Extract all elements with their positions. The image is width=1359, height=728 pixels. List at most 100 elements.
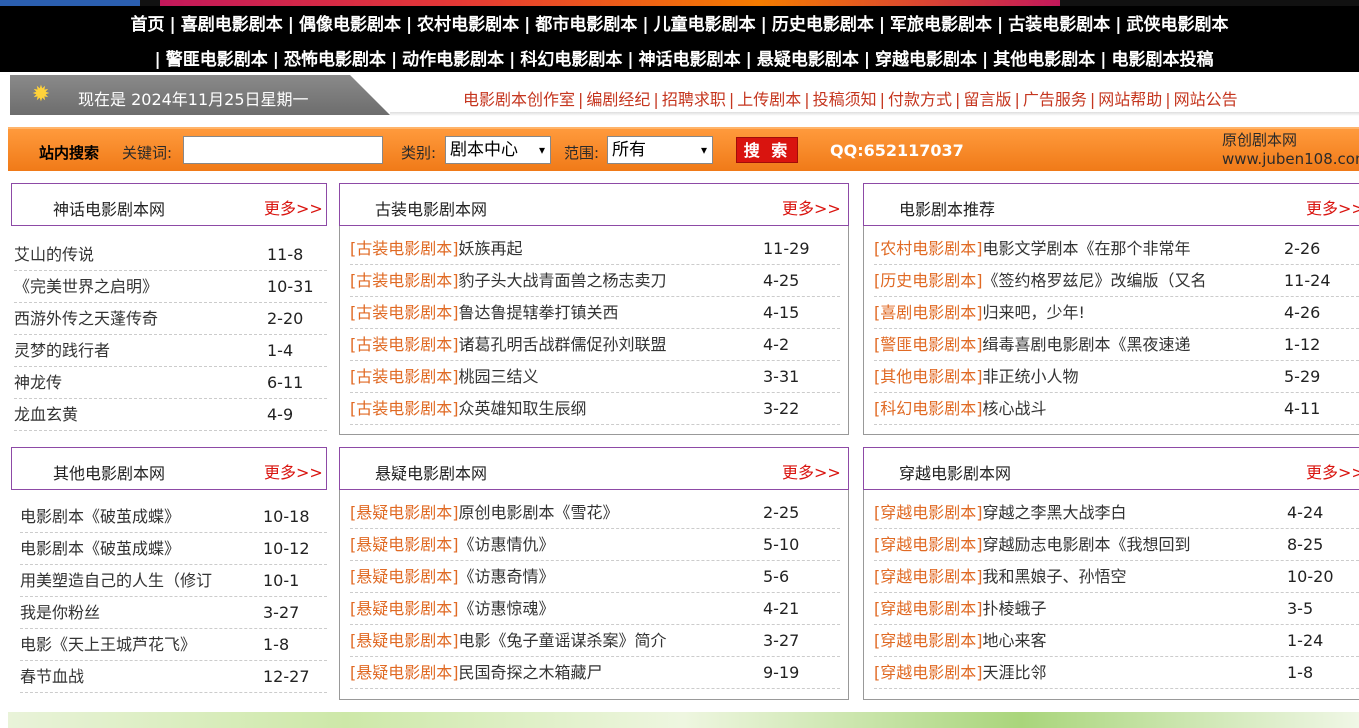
item-title-text[interactable]: 民国奇探之木箱藏尸 xyxy=(459,663,603,682)
item-title-text[interactable]: 《访惠奇情》 xyxy=(459,567,555,586)
item-category[interactable]: [警匪电影剧本] xyxy=(874,335,983,354)
list-item[interactable]: [古装电影剧本]诸葛孔明舌战群儒促孙刘联盟 4-2 xyxy=(350,329,840,361)
nav-link[interactable]: 儿童电影剧本 xyxy=(654,15,756,35)
nav-link[interactable]: 军旅电影剧本 xyxy=(890,15,992,35)
item-title[interactable]: 龙血玄黄 xyxy=(14,399,254,430)
list-item[interactable]: [古装电影剧本]桃园三结义 3-31 xyxy=(350,361,840,393)
item-title-text[interactable]: 归来吧，少年! xyxy=(983,303,1085,322)
item-title[interactable]: [穿越电影剧本]扑棱蛾子 xyxy=(874,593,1274,624)
nav-link[interactable]: 武侠电影剧本 xyxy=(1126,15,1228,35)
item-title[interactable]: 电影剧本《破茧成蝶》 xyxy=(20,501,255,532)
item-category[interactable]: [古装电影剧本] xyxy=(350,271,459,290)
more-link[interactable]: 更多>> xyxy=(1306,195,1359,219)
item-category[interactable]: [穿越电影剧本] xyxy=(874,567,983,586)
list-item[interactable]: [古装电影剧本]众英雄知取生辰纲 3-22 xyxy=(350,393,840,425)
list-item[interactable]: [穿越电影剧本]扑棱蛾子 3-5 xyxy=(874,593,1359,625)
item-title[interactable]: 灵梦的践行者 xyxy=(14,335,254,366)
item-title-text[interactable]: 穿越励志电影剧本《我想回到 xyxy=(983,535,1191,554)
item-title-text[interactable]: 非正统小人物 xyxy=(983,367,1079,386)
more-link[interactable]: 更多>> xyxy=(1306,459,1359,483)
list-item[interactable]: [悬疑电影剧本]《访惠惊魂》 4-21 xyxy=(350,593,840,625)
item-title-text[interactable]: 缉毒喜剧电影剧本《黑夜速递 xyxy=(983,335,1191,354)
item-title-text[interactable]: 扑棱蛾子 xyxy=(983,599,1047,618)
item-title[interactable]: [其他电影剧本]非正统小人物 xyxy=(874,361,1274,392)
item-category[interactable]: [悬疑电影剧本] xyxy=(350,631,459,650)
list-item[interactable]: 电影《天上王城芦花飞》 1-8 xyxy=(20,629,327,661)
item-title-text[interactable]: 西游外传之天蓬传奇 xyxy=(14,309,158,328)
item-category[interactable]: [其他电影剧本] xyxy=(874,367,983,386)
nav-link[interactable]: 电影剧本投稿 xyxy=(1111,50,1213,70)
list-item[interactable]: [农村电影剧本]电影文学剧本《在那个非常年 2-26 xyxy=(874,233,1359,265)
item-title[interactable]: 用美塑造自己的人生（修订 xyxy=(20,565,255,596)
nav-link[interactable]: 都市电影剧本 xyxy=(535,15,637,35)
category-select[interactable]: 剧本中心 ▾ xyxy=(445,136,551,164)
list-item[interactable]: 《完美世界之启明》 10-31 xyxy=(14,271,327,303)
item-title[interactable]: [古装电影剧本]妖族再起 xyxy=(350,233,750,264)
utility-link[interactable]: 留言版 xyxy=(963,90,1011,109)
item-category[interactable]: [古装电影剧本] xyxy=(350,303,459,322)
list-item[interactable]: [其他电影剧本]非正统小人物 5-29 xyxy=(874,361,1359,393)
item-title[interactable]: 神龙传 xyxy=(14,367,254,398)
item-title[interactable]: 艾山的传说 xyxy=(14,239,254,270)
item-title-text[interactable]: 电影剧本《破茧成蝶》 xyxy=(20,507,180,526)
item-title-text[interactable]: 我是你粉丝 xyxy=(20,603,100,622)
item-title-text[interactable]: 龙血玄黄 xyxy=(14,405,78,424)
item-title-text[interactable]: 穿越之李黑大战李白 xyxy=(983,503,1127,522)
item-title[interactable]: [警匪电影剧本]缉毒喜剧电影剧本《黑夜速递 xyxy=(874,329,1274,360)
item-title[interactable]: [悬疑电影剧本]民国奇探之木箱藏尸 xyxy=(350,657,750,688)
item-title[interactable]: 春节血战 xyxy=(20,661,255,692)
list-item[interactable]: [科幻电影剧本]核心战斗 4-11 xyxy=(874,393,1359,425)
item-category[interactable]: [悬疑电影剧本] xyxy=(350,567,459,586)
nav-link[interactable]: 悬疑电影剧本 xyxy=(757,50,859,70)
utility-link[interactable]: 电影剧本创作室 xyxy=(463,90,575,109)
item-category[interactable]: [喜剧电影剧本] xyxy=(874,303,983,322)
item-title[interactable]: 西游外传之天蓬传奇 xyxy=(14,303,254,334)
item-title[interactable]: [喜剧电影剧本]归来吧，少年! xyxy=(874,297,1274,328)
utility-link[interactable]: 编剧经纪 xyxy=(586,90,650,109)
utility-link[interactable]: 网站公告 xyxy=(1174,90,1238,109)
item-category[interactable]: [穿越电影剧本] xyxy=(874,663,983,682)
list-item[interactable]: 春节血战 12-27 xyxy=(20,661,327,693)
more-link[interactable]: 更多>> xyxy=(264,195,323,219)
item-title-text[interactable]: 神龙传 xyxy=(14,373,62,392)
item-title-text[interactable]: 《完美世界之启明》 xyxy=(14,277,158,296)
item-title[interactable]: [穿越电影剧本]穿越之李黑大战李白 xyxy=(874,497,1274,528)
list-item[interactable]: [古装电影剧本]鲁达鲁提辖拳打镇关西 4-15 xyxy=(350,297,840,329)
scope-select[interactable]: 所有 ▾ xyxy=(607,136,713,164)
item-category[interactable]: [古装电影剧本] xyxy=(350,367,459,386)
item-title[interactable]: [穿越电影剧本]我和黑娘子、孙悟空 xyxy=(874,561,1274,592)
item-category[interactable]: [悬疑电影剧本] xyxy=(350,535,459,554)
item-category[interactable]: [科幻电影剧本] xyxy=(874,399,983,418)
item-title[interactable]: [悬疑电影剧本]原创电影剧本《雪花》 xyxy=(350,497,750,528)
item-title-text[interactable]: 艾山的传说 xyxy=(14,245,94,264)
item-category[interactable]: [悬疑电影剧本] xyxy=(350,503,459,522)
item-title[interactable]: [古装电影剧本]诸葛孔明舌战群儒促孙刘联盟 xyxy=(350,329,750,360)
item-title-text[interactable]: 桃园三结义 xyxy=(459,367,539,386)
item-title[interactable]: [悬疑电影剧本]《访惠情仇》 xyxy=(350,529,750,560)
nav-link[interactable]: 首页 xyxy=(131,15,165,35)
item-title[interactable]: [古装电影剧本]众英雄知取生辰纲 xyxy=(350,393,750,424)
item-title-text[interactable]: 鲁达鲁提辖拳打镇关西 xyxy=(459,303,619,322)
item-title[interactable]: [古装电影剧本]豹子头大战青面兽之杨志卖刀 xyxy=(350,265,750,296)
item-category[interactable]: [穿越电影剧本] xyxy=(874,631,983,650)
list-item[interactable]: [穿越电影剧本]天涯比邻 1-8 xyxy=(874,657,1359,689)
list-item[interactable]: [警匪电影剧本]缉毒喜剧电影剧本《黑夜速递 1-12 xyxy=(874,329,1359,361)
item-title[interactable]: [悬疑电影剧本]电影《兔子童谣谋杀案》简介 xyxy=(350,625,750,656)
list-item[interactable]: 电影剧本《破茧成蝶》 10-12 xyxy=(20,533,327,565)
list-item[interactable]: 灵梦的践行者 1-4 xyxy=(14,335,327,367)
item-title-text[interactable]: 天涯比邻 xyxy=(983,663,1047,682)
item-title[interactable]: [农村电影剧本]电影文学剧本《在那个非常年 xyxy=(874,233,1274,264)
list-item[interactable]: [悬疑电影剧本]《访惠情仇》 5-10 xyxy=(350,529,840,561)
item-title-text[interactable]: 电影《天上王城芦花飞》 xyxy=(20,635,196,654)
list-item[interactable]: [喜剧电影剧本]归来吧，少年! 4-26 xyxy=(874,297,1359,329)
item-title-text[interactable]: 《签约格罗兹尼》改编版（又名 xyxy=(983,271,1207,290)
list-item[interactable]: [悬疑电影剧本]电影《兔子童谣谋杀案》简介 3-27 xyxy=(350,625,840,657)
item-title-text[interactable]: 妖族再起 xyxy=(459,239,523,258)
nav-link[interactable]: 古装电影剧本 xyxy=(1008,15,1110,35)
item-title-text[interactable]: 灵梦的践行者 xyxy=(14,341,110,360)
utility-link[interactable]: 上传剧本 xyxy=(737,90,801,109)
nav-link[interactable]: 警匪电影剧本 xyxy=(166,50,268,70)
item-category[interactable]: [历史电影剧本] xyxy=(874,271,983,290)
list-item[interactable]: [古装电影剧本]妖族再起 11-29 xyxy=(350,233,840,265)
nav-link[interactable]: 偶像电影剧本 xyxy=(299,15,401,35)
